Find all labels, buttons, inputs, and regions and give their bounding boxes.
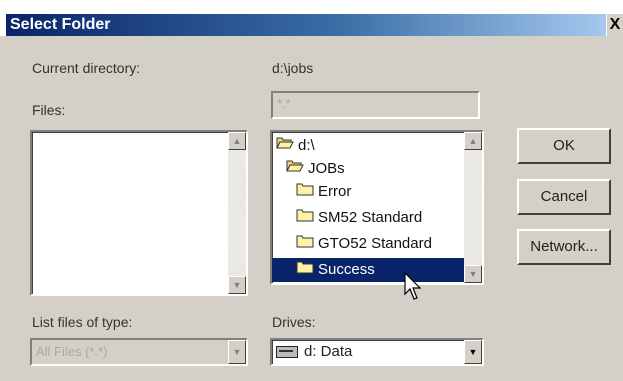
folder-icon xyxy=(296,232,314,256)
title-bar: Select Folder X xyxy=(0,0,623,36)
dialog-title: Select Folder xyxy=(6,14,610,36)
directory-item-gto52[interactable]: GTO52 Standard xyxy=(296,232,432,256)
drives-select[interactable]: d: Data ▼ xyxy=(270,338,484,366)
files-label: Files: xyxy=(32,102,66,118)
scroll-up-arrow-icon[interactable]: ▲ xyxy=(464,132,482,150)
current-directory-label: Current directory: xyxy=(32,60,141,76)
directories-list[interactable]: d:\ JOBs Error SM52 Standard GTO52 Stand… xyxy=(270,130,484,285)
file-type-select[interactable]: All Files (*.*) ▼ xyxy=(30,338,248,366)
directory-name: GTO52 Standard xyxy=(318,235,432,252)
drive-value: d: Data xyxy=(304,343,353,360)
directory-name: JOBs xyxy=(308,160,345,177)
dropdown-arrow-icon[interactable]: ▼ xyxy=(228,340,246,364)
scroll-down-arrow-icon[interactable]: ▼ xyxy=(464,265,482,283)
directory-name: d:\ xyxy=(298,137,315,154)
directory-item-jobs[interactable]: JOBs xyxy=(286,157,345,181)
file-type-label: List files of type: xyxy=(32,314,133,330)
mouse-cursor-icon xyxy=(404,272,422,300)
directory-item-error[interactable]: Error xyxy=(296,180,351,204)
directories-scrollbar[interactable]: ▲ ▼ xyxy=(464,132,482,283)
folder-icon xyxy=(296,206,314,230)
cancel-button[interactable]: Cancel xyxy=(517,179,611,215)
scroll-down-arrow-icon[interactable]: ▼ xyxy=(228,276,246,294)
files-scrollbar[interactable]: ▲ ▼ xyxy=(228,132,246,294)
network-button[interactable]: Network... xyxy=(517,229,611,265)
open-folder-icon xyxy=(286,157,304,181)
directory-name: SM52 Standard xyxy=(318,209,423,226)
directory-item-root[interactable]: d:\ xyxy=(276,134,315,158)
ok-button[interactable]: OK xyxy=(517,128,611,164)
drive-icon xyxy=(276,346,298,359)
filename-field[interactable]: *.* xyxy=(271,91,480,119)
directory-item-success[interactable]: Success xyxy=(272,258,464,282)
directory-name: Success xyxy=(318,261,375,278)
directory-item-sm52[interactable]: SM52 Standard xyxy=(296,206,422,230)
current-directory-value: d:\jobs xyxy=(272,60,314,76)
directory-name: Error xyxy=(318,183,352,200)
open-folder-icon xyxy=(276,134,294,158)
file-type-value: All Files (*.*) xyxy=(36,344,108,359)
scroll-up-arrow-icon[interactable]: ▲ xyxy=(228,132,246,150)
folder-icon xyxy=(296,180,314,204)
drives-label: Drives: xyxy=(272,314,316,330)
close-button[interactable]: X xyxy=(606,14,623,36)
files-list[interactable]: ▲ ▼ xyxy=(30,130,248,296)
dropdown-arrow-icon[interactable]: ▼ xyxy=(464,340,482,364)
folder-icon xyxy=(296,258,314,282)
